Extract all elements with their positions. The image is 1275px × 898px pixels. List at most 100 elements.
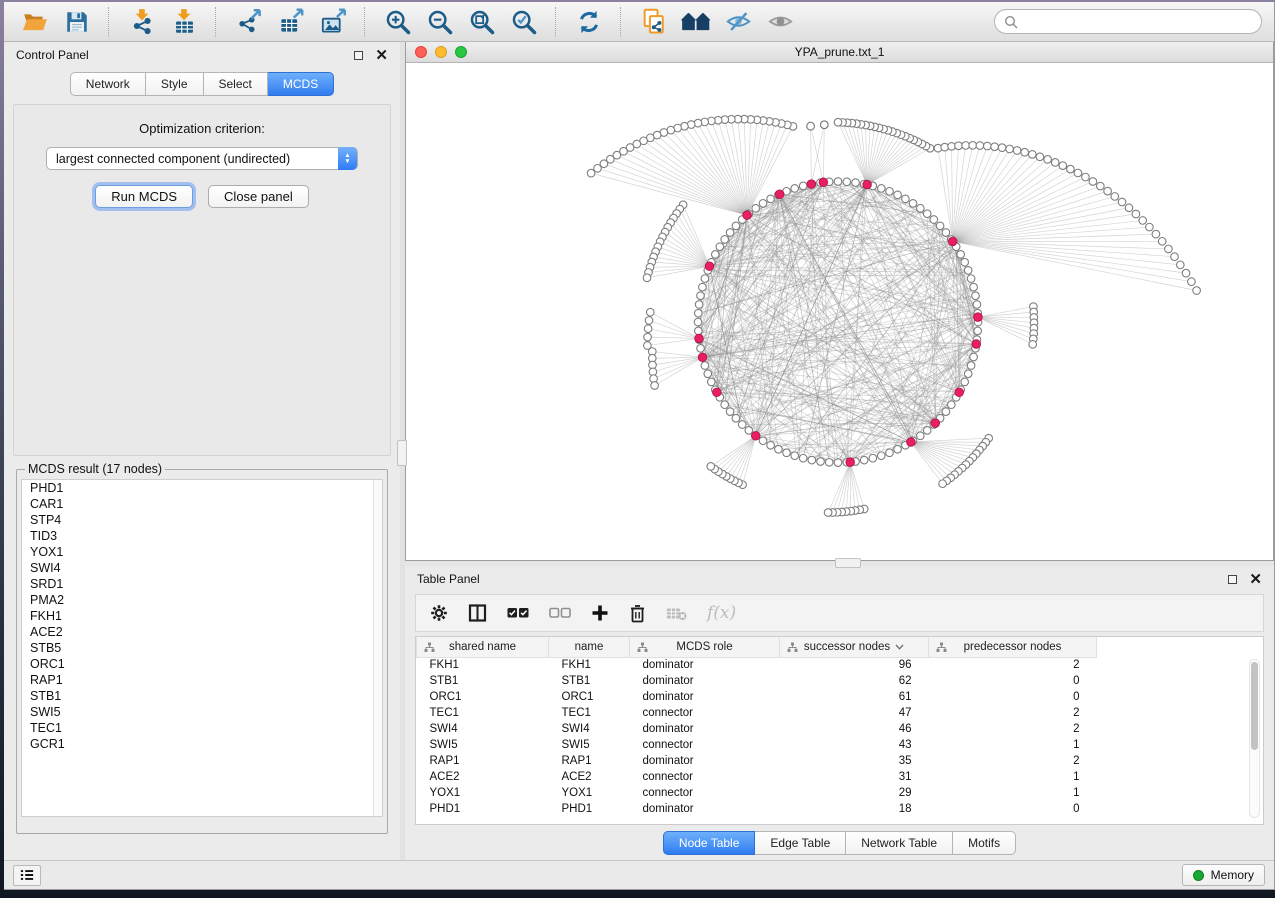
mcds-result-item[interactable]: ORC1 [22, 656, 382, 672]
cell-successor-nodes[interactable]: 35 [780, 753, 929, 769]
cell-shared-name[interactable]: FKH1 [417, 657, 549, 673]
cell-name[interactable]: SWI5 [549, 737, 630, 753]
cell-mcds-role[interactable]: dominator [630, 721, 780, 737]
cell-successor-nodes[interactable]: 62 [780, 673, 929, 689]
cell-mcds-role[interactable]: dominator [630, 689, 780, 705]
cell-predecessor-nodes[interactable]: 1 [929, 769, 1097, 785]
column-header-successor-nodes[interactable]: successor nodes [780, 637, 929, 657]
cell-predecessor-nodes[interactable]: 0 [929, 689, 1097, 705]
table-row[interactable]: FKH1FKH1dominator962 [417, 657, 1097, 673]
cell-successor-nodes[interactable]: 43 [780, 737, 929, 753]
mcds-result-item[interactable]: RAP1 [22, 672, 382, 688]
panel-splitter-vertical[interactable] [400, 42, 405, 860]
delete-column-button[interactable] [629, 604, 646, 623]
zoom-selected-button[interactable] [505, 5, 543, 39]
tab-mcds[interactable]: MCDS [268, 72, 334, 96]
cell-name[interactable]: PHD1 [549, 801, 630, 817]
cell-name[interactable]: TEC1 [549, 705, 630, 721]
table-row[interactable]: SWI4SWI4dominator462 [417, 721, 1097, 737]
tab-network[interactable]: Network [70, 72, 146, 96]
cell-shared-name[interactable]: PHD1 [417, 801, 549, 817]
tab-node-table[interactable]: Node Table [663, 831, 756, 855]
mcds-result-item[interactable]: YOX1 [22, 544, 382, 560]
cell-predecessor-nodes[interactable]: 2 [929, 721, 1097, 737]
open-session-button[interactable] [16, 5, 54, 39]
mcds-result-item[interactable]: SRD1 [22, 576, 382, 592]
cell-name[interactable]: ORC1 [549, 689, 630, 705]
tab-network-table[interactable]: Network Table [846, 831, 953, 855]
cell-mcds-role[interactable]: dominator [630, 801, 780, 817]
table-row[interactable]: RAP1RAP1dominator352 [417, 753, 1097, 769]
select-all-columns-button[interactable] [507, 606, 529, 620]
cell-shared-name[interactable]: ACE2 [417, 769, 549, 785]
criterion-select[interactable]: largest connected component (undirected)… [46, 147, 358, 170]
cell-shared-name[interactable]: RAP1 [417, 753, 549, 769]
zoom-in-button[interactable] [379, 5, 417, 39]
mcds-result-item[interactable]: STB5 [22, 640, 382, 656]
import-network-button[interactable] [123, 5, 161, 39]
cell-predecessor-nodes[interactable]: 2 [929, 753, 1097, 769]
column-header-mcds-role[interactable]: MCDS role [630, 637, 780, 657]
tab-style[interactable]: Style [146, 72, 204, 96]
cell-name[interactable]: SWI4 [549, 721, 630, 737]
close-panel-icon[interactable]: ✕ [1249, 575, 1262, 584]
table-row[interactable]: ACE2ACE2connector311 [417, 769, 1097, 785]
cell-name[interactable]: YOX1 [549, 785, 630, 801]
search-input[interactable] [1024, 14, 1252, 30]
save-session-button[interactable] [58, 5, 96, 39]
cell-name[interactable]: RAP1 [549, 753, 630, 769]
export-network-button[interactable] [230, 5, 268, 39]
zoom-fit-button[interactable] [463, 5, 501, 39]
cell-shared-name[interactable]: ORC1 [417, 689, 549, 705]
network-from-selection-button[interactable] [635, 5, 673, 39]
window-close-traffic-light[interactable] [415, 46, 427, 58]
export-table-button[interactable] [272, 5, 310, 39]
cell-shared-name[interactable]: YOX1 [417, 785, 549, 801]
tab-select[interactable]: Select [204, 72, 268, 96]
cell-shared-name[interactable]: SWI4 [417, 721, 549, 737]
hide-selected-button[interactable] [719, 5, 757, 39]
mcds-result-item[interactable]: CAR1 [22, 496, 382, 512]
table-row[interactable]: STB1STB1dominator620 [417, 673, 1097, 689]
cell-shared-name[interactable]: TEC1 [417, 705, 549, 721]
cell-mcds-role[interactable]: connector [630, 737, 780, 753]
table-row[interactable]: PHD1PHD1dominator180 [417, 801, 1097, 817]
mcds-result-item[interactable]: STP4 [22, 512, 382, 528]
delete-table-button[interactable] [666, 606, 687, 621]
cell-mcds-role[interactable]: dominator [630, 673, 780, 689]
cell-mcds-role[interactable]: connector [630, 705, 780, 721]
cell-shared-name[interactable]: SWI5 [417, 737, 549, 753]
add-column-button[interactable] [591, 604, 609, 622]
refresh-view-button[interactable] [570, 5, 608, 39]
splitter-grip[interactable] [397, 440, 407, 466]
cell-predecessor-nodes[interactable]: 1 [929, 785, 1097, 801]
window-minimize-traffic-light[interactable] [435, 46, 447, 58]
splitter-grip[interactable] [835, 558, 861, 568]
column-header-name[interactable]: name [549, 637, 630, 657]
close-panel-button[interactable]: Close panel [208, 185, 309, 208]
column-header-shared-name[interactable]: shared name [417, 637, 549, 657]
table-row[interactable]: ORC1ORC1dominator610 [417, 689, 1097, 705]
cell-predecessor-nodes[interactable]: 0 [929, 801, 1097, 817]
table-scrollbar-thumb[interactable] [1251, 662, 1258, 750]
table-settings-button[interactable] [430, 604, 448, 622]
float-panel-icon[interactable] [354, 51, 363, 60]
show-all-button[interactable] [761, 5, 799, 39]
mcds-result-item[interactable]: PMA2 [22, 592, 382, 608]
mcds-result-item[interactable]: FKH1 [22, 608, 382, 624]
cell-successor-nodes[interactable]: 18 [780, 801, 929, 817]
panel-splitter-horizontal[interactable] [405, 561, 1274, 566]
table-row[interactable]: YOX1YOX1connector291 [417, 785, 1097, 801]
column-header-predecessor-nodes[interactable]: predecessor nodes [929, 637, 1097, 657]
cell-mcds-role[interactable]: connector [630, 785, 780, 801]
first-neighbors-button[interactable] [677, 5, 715, 39]
function-builder-button[interactable]: f(x) [707, 603, 736, 623]
float-panel-icon[interactable] [1228, 575, 1237, 584]
mcds-result-item[interactable]: SWI5 [22, 704, 382, 720]
mcds-result-item[interactable]: TID3 [22, 528, 382, 544]
network-canvas[interactable] [406, 63, 1273, 560]
mcds-result-item[interactable]: ACE2 [22, 624, 382, 640]
tab-motifs[interactable]: Motifs [953, 831, 1016, 855]
cell-name[interactable]: ACE2 [549, 769, 630, 785]
cell-mcds-role[interactable]: dominator [630, 753, 780, 769]
